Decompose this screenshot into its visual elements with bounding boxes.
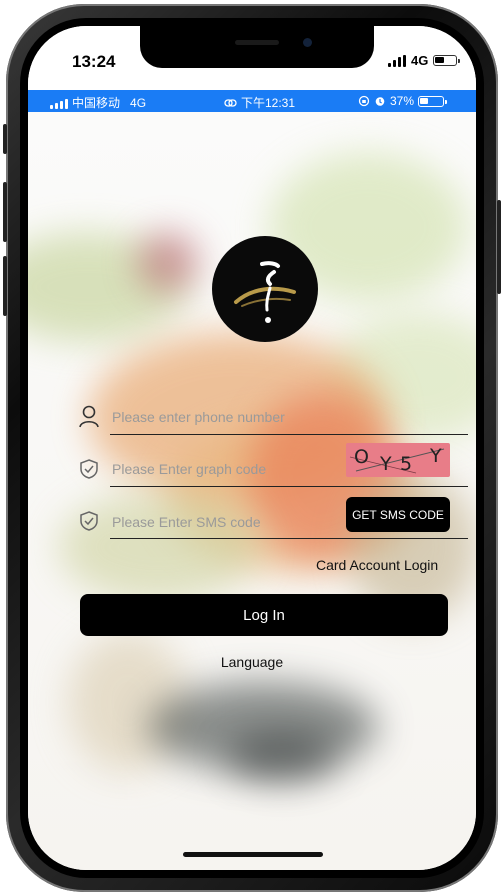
sms-code-input[interactable]: Please Enter SMS code (112, 514, 261, 530)
battery-percent: 37% (390, 94, 415, 108)
signal-icon (50, 97, 68, 109)
card-account-login-link[interactable]: Card Account Login (316, 557, 438, 573)
lock-rotation-icon (358, 95, 370, 107)
background-image (28, 112, 476, 870)
app-logo (212, 236, 318, 342)
graph-code-input[interactable]: Please Enter graph code (112, 461, 266, 477)
graph-code-underline (110, 486, 468, 487)
volume-up-button (3, 182, 7, 242)
calligraphy-logo-icon (234, 261, 296, 323)
carrier-network: 4G (130, 95, 147, 110)
carrier-name: 中国移动 (72, 96, 121, 110)
sms-code-underline (110, 538, 468, 539)
captcha-image[interactable]: O Y 5 Y (346, 443, 450, 477)
device-status-right: 4G (388, 53, 461, 68)
link-icon (224, 98, 237, 107)
signal-icon (388, 54, 406, 67)
device-status-bar: 13:24 4G (28, 26, 476, 90)
mute-switch (3, 124, 7, 154)
device-network: 4G (411, 53, 429, 68)
home-indicator[interactable] (183, 852, 323, 857)
volume-down-button (3, 256, 7, 316)
language-link[interactable]: Language (28, 654, 476, 670)
power-button (497, 200, 501, 294)
front-camera (303, 38, 312, 47)
captcha-char: Y (430, 445, 442, 467)
captcha-char: O (354, 446, 369, 468)
phone-screen: 13:24 4G 中国移动 4G 下午12:31 37% Please ente… (28, 26, 476, 870)
login-button[interactable]: Log In (80, 594, 448, 636)
app-status-right: 37% (358, 94, 448, 108)
alarm-icon (375, 97, 385, 106)
battery-icon (418, 95, 448, 107)
captcha-char: 5 (400, 453, 413, 475)
captcha-char: Y (380, 453, 392, 475)
phone-input[interactable]: Please enter phone number (112, 409, 285, 425)
shield-check-icon (80, 459, 98, 479)
person-icon (79, 405, 99, 428)
notch (140, 26, 374, 68)
speaker (235, 40, 279, 45)
get-sms-code-button[interactable]: GET SMS CODE (346, 497, 450, 532)
app-time-group: 下午12:31 (224, 94, 295, 111)
carrier-info: 中国移动 4G (50, 94, 146, 111)
device-time: 13:24 (72, 52, 116, 71)
battery-icon (433, 55, 461, 66)
shield-check-icon (80, 511, 98, 531)
phone-frame: 13:24 4G 中国移动 4G 下午12:31 37% Please ente… (3, 4, 501, 892)
phone-input-underline (110, 434, 468, 435)
app-time: 下午12:31 (241, 96, 296, 110)
app-status-bar: 中国移动 4G 下午12:31 37% (28, 90, 476, 112)
